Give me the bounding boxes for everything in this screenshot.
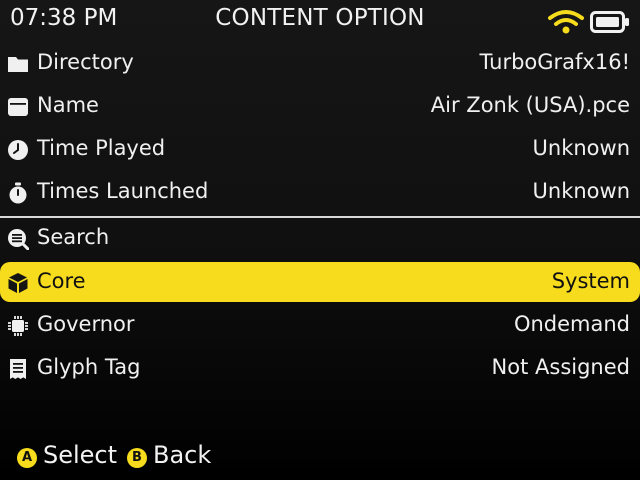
select-hint-label: Select <box>43 441 118 469</box>
wifi-icon <box>548 10 584 34</box>
time-played-value: Unknown <box>532 136 630 160</box>
core-label: Core <box>37 269 86 293</box>
folder-icon <box>8 57 28 72</box>
option-core[interactable]: Core System <box>0 262 640 302</box>
times-launched-label: Times Launched <box>37 179 209 203</box>
back-hint[interactable]: B Back <box>127 440 227 476</box>
time-played-label: Time Played <box>37 136 166 160</box>
a-button-icon: A <box>17 448 37 468</box>
glyph-tag-label: Glyph Tag <box>37 355 141 379</box>
option-search[interactable]: Search <box>0 218 640 258</box>
status-bar: 07:38 PM CONTENT OPTION <box>0 0 640 42</box>
info-row-directory: Directory TurboGrafx16! <box>0 43 640 83</box>
receipt-icon <box>10 359 26 379</box>
search-list-icon <box>8 229 29 250</box>
footer-hints: A Select B Back <box>0 440 640 476</box>
b-button-icon: B <box>127 448 147 468</box>
stopwatch-icon <box>9 182 27 204</box>
info-row-name: Name Air Zonk (USA).pce <box>0 86 640 126</box>
governor-label: Governor <box>37 312 135 336</box>
name-value: Air Zonk (USA).pce <box>430 93 630 117</box>
glyph-tag-value: Not Assigned <box>491 355 630 379</box>
times-launched-value: Unknown <box>532 179 630 203</box>
clock-icon <box>8 140 28 160</box>
name-label: Name <box>37 93 99 117</box>
info-row-times-launched: Times Launched Unknown <box>0 172 640 212</box>
page-title: CONTENT OPTION <box>215 5 425 31</box>
directory-label: Directory <box>37 50 134 74</box>
info-row-time-played: Time Played Unknown <box>0 129 640 169</box>
governor-value: Ondemand <box>513 312 630 336</box>
select-hint[interactable]: A Select <box>17 440 127 476</box>
search-label: Search <box>37 225 110 249</box>
core-value: System <box>551 269 630 293</box>
option-glyph-tag[interactable]: Glyph Tag Not Assigned <box>0 348 640 388</box>
back-hint-label: Back <box>153 441 212 469</box>
directory-value: TurboGrafx16! <box>479 50 631 74</box>
option-governor[interactable]: Governor Ondemand <box>0 305 640 345</box>
card-icon <box>8 98 28 116</box>
battery-icon <box>590 11 629 33</box>
cube-icon <box>8 273 28 293</box>
chip-icon <box>8 316 28 336</box>
